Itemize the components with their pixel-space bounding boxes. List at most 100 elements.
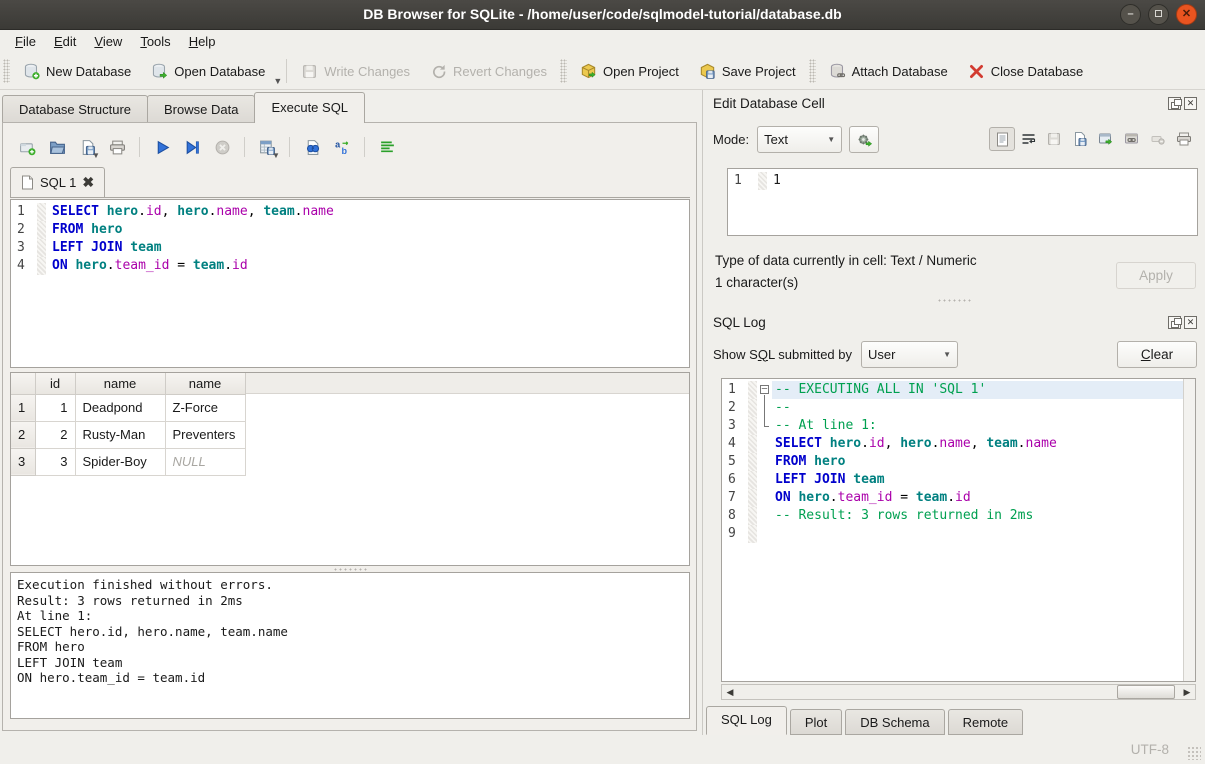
scrollbar-thumb[interactable] xyxy=(1117,685,1175,699)
open-project-button[interactable]: Open Project xyxy=(570,56,689,86)
text-mode-button[interactable] xyxy=(989,127,1015,151)
save-dropdown-arrow[interactable]: ▼ xyxy=(92,151,100,160)
new-database-label: New Database xyxy=(46,64,131,79)
close-database-button[interactable]: Close Database xyxy=(958,56,1094,86)
print-cell-button[interactable] xyxy=(1171,127,1197,151)
submitter-select[interactable]: User ▼ xyxy=(861,341,958,368)
execute-sql-button[interactable] xyxy=(149,134,175,160)
gutter-hatch xyxy=(37,239,46,257)
splitter-handle[interactable] xyxy=(937,298,971,303)
resize-grip[interactable] xyxy=(1187,746,1201,760)
open-database-dropdown-arrow[interactable]: ▼ xyxy=(273,76,282,89)
scroll-left-icon[interactable]: ◀ xyxy=(722,685,738,699)
tab-db-schema[interactable]: DB Schema xyxy=(845,709,944,735)
save-results-button[interactable]: ▼ xyxy=(254,134,280,160)
corner-header[interactable] xyxy=(11,373,35,394)
cell-value-text: 1 xyxy=(767,172,781,190)
maximize-button[interactable] xyxy=(1148,4,1169,25)
menu-edit[interactable]: Edit xyxy=(45,32,85,51)
execute-current-line-button[interactable] xyxy=(179,134,205,160)
mode-select[interactable]: Text ▼ xyxy=(757,126,842,153)
table-row[interactable]: 2 2 Rusty-Man Preventers xyxy=(11,421,245,448)
open-sql-file-button[interactable] xyxy=(44,134,70,160)
new-sql-tab-button[interactable] xyxy=(14,134,40,160)
find-replace-button[interactable]: ab xyxy=(329,134,355,160)
close-panel-icon[interactable]: ✕ xyxy=(1184,97,1197,110)
sql-editor[interactable]: 1SELECT hero.id, hero.name, team.name 2F… xyxy=(10,199,690,368)
export-cell-button[interactable] xyxy=(1067,127,1093,151)
column-header-name2[interactable]: name xyxy=(165,373,245,394)
cell-id[interactable]: 1 xyxy=(35,394,75,421)
tab-database-structure[interactable]: Database Structure xyxy=(2,95,148,123)
log-line: 2-- xyxy=(722,399,1183,417)
column-header-id[interactable]: id xyxy=(35,373,75,394)
run-icon xyxy=(154,139,171,156)
cell-id[interactable]: 3 xyxy=(35,448,75,475)
menu-file[interactable]: File xyxy=(6,32,45,51)
table-row[interactable]: 1 1 Deadpond Z-Force xyxy=(11,394,245,421)
print-sql-button[interactable] xyxy=(104,134,130,160)
sql-log-filter-row: Show SQL submitted by User ▼ Clear xyxy=(713,338,1197,370)
cell-id[interactable]: 2 xyxy=(35,421,75,448)
scroll-right-icon[interactable]: ▶ xyxy=(1179,685,1195,699)
format-sql-button[interactable] xyxy=(374,134,400,160)
tab-browse-data[interactable]: Browse Data xyxy=(147,95,255,123)
scrollbar-track[interactable] xyxy=(738,685,1179,699)
open-database-button[interactable]: Open Database xyxy=(141,56,275,86)
titlebar[interactable]: DB Browser for SQLite - /home/user/code/… xyxy=(0,0,1205,30)
minimize-button[interactable]: – xyxy=(1120,4,1141,25)
sql-tab-1[interactable]: SQL 1 ✖ xyxy=(10,167,105,197)
clear-button[interactable]: Clear xyxy=(1117,341,1197,368)
toolbar-drag-handle[interactable] xyxy=(809,59,816,83)
save-results-dropdown-arrow[interactable]: ▼ xyxy=(272,151,280,160)
new-database-button[interactable]: New Database xyxy=(13,56,141,86)
find-button[interactable] xyxy=(299,134,325,160)
row-header[interactable]: 2 xyxy=(11,421,35,448)
cell-name[interactable]: Deadpond xyxy=(75,394,165,421)
cell-team[interactable]: Preventers xyxy=(165,421,245,448)
table-row[interactable]: 3 3 Spider-Boy NULL xyxy=(11,448,245,475)
float-panel-icon[interactable] xyxy=(1168,97,1181,110)
cell-name[interactable]: Spider-Boy xyxy=(75,448,165,475)
cell-team-null[interactable]: NULL xyxy=(165,448,245,475)
copy-link-button[interactable] xyxy=(1119,127,1145,151)
float-panel-icon[interactable] xyxy=(1168,316,1181,329)
word-wrap-button[interactable] xyxy=(1015,127,1041,151)
save-project-button[interactable]: Save Project xyxy=(689,56,806,86)
save-as-icon xyxy=(1072,131,1088,147)
line-number: 6 xyxy=(722,471,748,489)
cell-team[interactable]: Z-Force xyxy=(165,394,245,421)
tab-remote[interactable]: Remote xyxy=(948,709,1024,735)
toolbar-drag-handle[interactable] xyxy=(560,59,567,83)
vertical-scrollbar[interactable] xyxy=(1183,379,1195,681)
row-header[interactable]: 3 xyxy=(11,448,35,475)
tab-sql-log[interactable]: SQL Log xyxy=(706,706,787,735)
tab-plot[interactable]: Plot xyxy=(790,709,842,735)
fold-collapse-icon[interactable]: – xyxy=(760,385,769,394)
fold-margin[interactable]: – xyxy=(757,381,772,399)
close-panel-icon[interactable]: ✕ xyxy=(1184,316,1197,329)
close-button[interactable]: ✕ xyxy=(1176,4,1197,25)
horizontal-scrollbar[interactable]: ◀ ▶ xyxy=(721,684,1196,700)
row-header[interactable]: 1 xyxy=(11,394,35,421)
menu-view[interactable]: View xyxy=(85,32,131,51)
column-header-name[interactable]: name xyxy=(75,373,165,394)
open-in-app-button[interactable] xyxy=(1093,127,1119,151)
cell-value-editor[interactable]: 1 1 xyxy=(727,168,1198,236)
save-sql-file-button[interactable]: ▼ xyxy=(74,134,100,160)
attach-database-button[interactable]: Attach Database xyxy=(819,56,958,86)
sql-log-editor[interactable]: 1 – -- EXECUTING ALL IN 'SQL 1' 2-- 3-- … xyxy=(721,378,1196,682)
menu-help[interactable]: Help xyxy=(180,32,225,51)
execution-message-area[interactable]: Execution finished without errors. Resul… xyxy=(10,572,690,719)
toolbar-separator xyxy=(364,137,365,157)
find-icon xyxy=(304,139,321,156)
sql-tab-close-icon[interactable]: ✖ xyxy=(82,174,94,191)
import-data-button[interactable] xyxy=(849,126,879,153)
toolbar-drag-handle[interactable] xyxy=(3,59,10,83)
code-line: LEFT JOIN team xyxy=(772,471,1183,489)
line-number: 3 xyxy=(722,417,748,435)
cell-name[interactable]: Rusty-Man xyxy=(75,421,165,448)
menu-tools[interactable]: Tools xyxy=(131,32,179,51)
results-grid[interactable]: id name name 1 1 Deadpond Z-Force 2 2 Ru… xyxy=(10,372,690,566)
tab-execute-sql[interactable]: Execute SQL xyxy=(254,92,365,123)
